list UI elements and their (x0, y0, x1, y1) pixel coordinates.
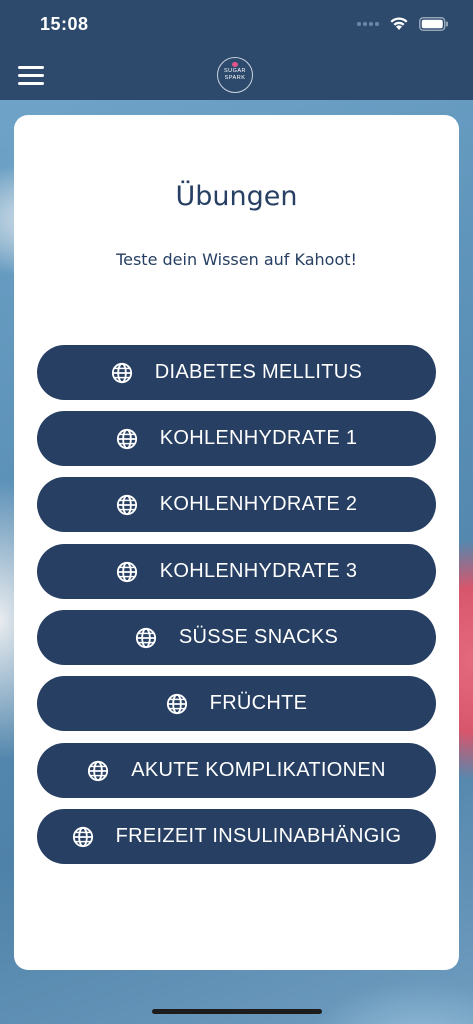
status-time: 15:08 (40, 14, 89, 34)
hamburger-menu-icon[interactable] (18, 66, 44, 86)
globe-icon (111, 362, 132, 383)
globe-icon (88, 760, 109, 781)
logo-text-line1: SUGAR (223, 68, 247, 74)
kahoot-button-kohlenhydrate-3[interactable]: KOHLENHYDRATE 3 (37, 544, 436, 599)
kahoot-button-suesse-snacks[interactable]: SÜSSE SNACKS (37, 610, 436, 665)
globe-icon (135, 627, 156, 648)
globe-icon (116, 494, 137, 515)
kahoot-button-akute-komplikationen[interactable]: AKUTE KOMPLIKATIONEN (37, 743, 436, 798)
button-label: FREIZEIT INSULINABHÄNGIG (115, 825, 402, 847)
exercises-card: Übungen Teste dein Wissen auf Kahoot! DI… (14, 115, 459, 970)
button-label: FRÜCHTE (209, 692, 308, 714)
kahoot-button-fruechte[interactable]: FRÜCHTE (37, 676, 436, 731)
globe-icon (116, 428, 137, 449)
kahoot-button-freizeit-insulinabhaengig[interactable]: FREIZEIT INSULINABHÄNGIG (37, 809, 436, 864)
cellular-signal-icon (357, 21, 379, 26)
globe-icon (166, 693, 187, 714)
status-icons (357, 16, 449, 31)
kahoot-button-kohlenhydrate-1[interactable]: KOHLENHYDRATE 1 (37, 411, 436, 466)
button-label: DIABETES MELLITUS (154, 361, 363, 383)
button-label: SÜSSE SNACKS (178, 626, 339, 648)
logo-text-line2: SPARK (224, 75, 246, 81)
home-indicator[interactable] (152, 1009, 322, 1014)
wifi-icon (390, 17, 408, 30)
globe-icon (72, 826, 93, 847)
kahoot-button-kohlenhydrate-2[interactable]: KOHLENHYDRATE 2 (37, 477, 436, 532)
button-label: KOHLENHYDRATE 2 (159, 493, 358, 515)
battery-icon (419, 16, 448, 31)
app-logo: SUGAR SPARK (217, 57, 253, 93)
logo-mark (232, 62, 238, 67)
button-label: KOHLENHYDRATE 1 (159, 427, 358, 449)
button-label: AKUTE KOMPLIKATIONEN (131, 759, 386, 781)
status-bar: 15:08 (0, 0, 473, 50)
page-subtitle: Teste dein Wissen auf Kahoot! (116, 250, 357, 269)
globe-icon (116, 561, 137, 582)
page-title: Übungen (175, 181, 298, 212)
kahoot-button-diabetes-mellitus[interactable]: DIABETES MELLITUS (37, 345, 436, 400)
button-label: KOHLENHYDRATE 3 (159, 560, 358, 582)
navigation-bar: SUGAR SPARK (0, 50, 473, 100)
